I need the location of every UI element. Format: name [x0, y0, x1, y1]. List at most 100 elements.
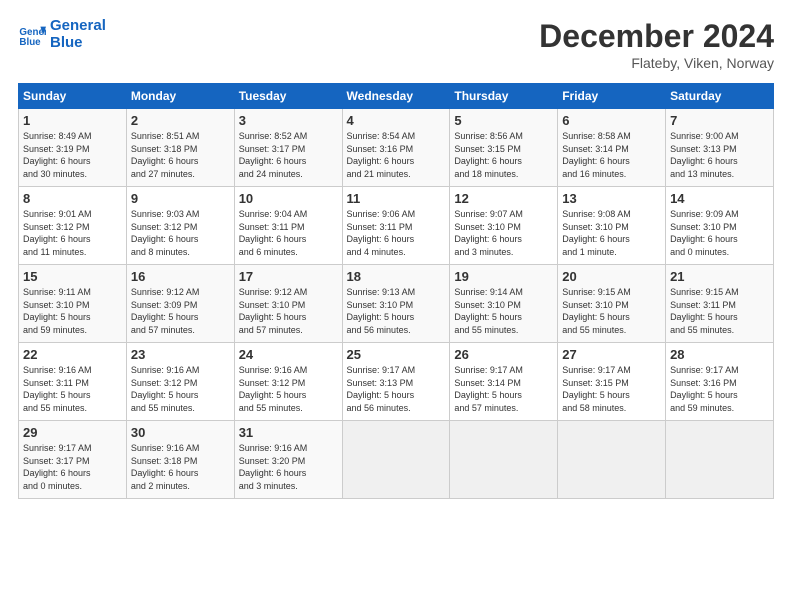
day-number: 17 [239, 269, 338, 284]
day-info: Sunrise: 8:54 AM Sunset: 3:16 PM Dayligh… [347, 130, 446, 180]
day-info: Sunrise: 9:17 AM Sunset: 3:16 PM Dayligh… [670, 364, 769, 414]
day-number: 20 [562, 269, 661, 284]
calendar-cell: 12Sunrise: 9:07 AM Sunset: 3:10 PM Dayli… [450, 187, 558, 265]
day-number: 22 [23, 347, 122, 362]
calendar-cell: 21 Sunrise: 9:15 AM Sunset: 3:11 PM Dayli… [666, 265, 774, 343]
day-info: Sunrise: 9:11 AM Sunset: 3:10 PM Dayligh… [23, 286, 122, 336]
calendar-cell: 15 Sunrise: 9:11 AM Sunset: 3:10 PM Dayli… [19, 265, 127, 343]
logo-general: General [50, 17, 106, 34]
calendar-cell: 6 Sunrise: 8:58 AM Sunset: 3:14 PM Daylig… [558, 109, 666, 187]
calendar-cell: 17 Sunrise: 9:12 AM Sunset: 3:10 PM Dayli… [234, 265, 342, 343]
calendar-cell: 29 Sunrise: 9:17 AM Sunset: 3:17 PM Dayli… [19, 421, 127, 499]
calendar-cell: 28 Sunrise: 9:17 AM Sunset: 3:16 PM Dayli… [666, 343, 774, 421]
day-info: Sunrise: 9:17 AM Sunset: 3:17 PM Dayligh… [23, 442, 122, 492]
calendar-cell: 9Sunrise: 9:03 AM Sunset: 3:12 PM Daylig… [126, 187, 234, 265]
calendar-cell: 18 Sunrise: 9:13 AM Sunset: 3:10 PM Dayli… [342, 265, 450, 343]
day-info: Sunrise: 9:04 AM Sunset: 3:11 PM Dayligh… [239, 208, 338, 258]
day-number: 15 [23, 269, 122, 284]
calendar-week-row: 22Sunrise: 9:16 AM Sunset: 3:11 PM Dayli… [19, 343, 774, 421]
day-number: 4 [347, 113, 446, 128]
column-header-saturday: Saturday [666, 84, 774, 109]
day-number: 10 [239, 191, 338, 206]
column-header-wednesday: Wednesday [342, 84, 450, 109]
calendar-cell: 20 Sunrise: 9:15 AM Sunset: 3:10 PM Dayli… [558, 265, 666, 343]
day-info: Sunrise: 9:07 AM Sunset: 3:10 PM Dayligh… [454, 208, 553, 258]
day-number: 31 [239, 425, 338, 440]
calendar-cell: 26 Sunrise: 9:17 AM Sunset: 3:14 PM Dayli… [450, 343, 558, 421]
calendar-cell: 14Sunrise: 9:09 AM Sunset: 3:10 PM Dayli… [666, 187, 774, 265]
day-number: 27 [562, 347, 661, 362]
calendar-cell: 25 Sunrise: 9:17 AM Sunset: 3:13 PM Dayli… [342, 343, 450, 421]
day-info: Sunrise: 9:12 AM Sunset: 3:10 PM Dayligh… [239, 286, 338, 336]
location-text: Flateby, Viken, Norway [539, 55, 774, 71]
day-info: Sunrise: 9:17 AM Sunset: 3:14 PM Dayligh… [454, 364, 553, 414]
column-header-friday: Friday [558, 84, 666, 109]
day-number: 24 [239, 347, 338, 362]
day-info: Sunrise: 9:13 AM Sunset: 3:10 PM Dayligh… [347, 286, 446, 336]
day-number: 11 [347, 191, 446, 206]
day-number: 30 [131, 425, 230, 440]
day-number: 8 [23, 191, 122, 206]
calendar-week-row: 8 Sunrise: 9:01 AM Sunset: 3:12 PM Daylig… [19, 187, 774, 265]
calendar-cell [450, 421, 558, 499]
calendar-cell: 3 Sunrise: 8:52 AM Sunset: 3:17 PM Daylig… [234, 109, 342, 187]
calendar-cell: 7 Sunrise: 9:00 AM Sunset: 3:13 PM Daylig… [666, 109, 774, 187]
day-number: 5 [454, 113, 553, 128]
day-number: 21 [670, 269, 769, 284]
calendar-week-row: 1 Sunrise: 8:49 AM Sunset: 3:19 PM Daylig… [19, 109, 774, 187]
svg-text:Blue: Blue [19, 36, 41, 47]
logo-text: General Blue [50, 18, 106, 51]
day-number: 29 [23, 425, 122, 440]
day-number: 16 [131, 269, 230, 284]
logo: General Blue General Blue [18, 18, 106, 51]
calendar-cell: 2Sunrise: 8:51 AM Sunset: 3:18 PM Daylig… [126, 109, 234, 187]
day-number: 2 [131, 113, 230, 128]
calendar-cell: 19Sunrise: 9:14 AM Sunset: 3:10 PM Dayli… [450, 265, 558, 343]
logo-blue: Blue [50, 35, 106, 52]
day-number: 1 [23, 113, 122, 128]
day-number: 13 [562, 191, 661, 206]
calendar-header-row: SundayMondayTuesdayWednesdayThursdayFrid… [19, 84, 774, 109]
day-info: Sunrise: 9:16 AM Sunset: 3:12 PM Dayligh… [131, 364, 230, 414]
day-number: 19 [454, 269, 553, 284]
day-info: Sunrise: 9:17 AM Sunset: 3:15 PM Dayligh… [562, 364, 661, 414]
logo-icon: General Blue [18, 21, 46, 49]
day-info: Sunrise: 9:15 AM Sunset: 3:11 PM Dayligh… [670, 286, 769, 336]
column-header-thursday: Thursday [450, 84, 558, 109]
calendar-cell: 11 Sunrise: 9:06 AM Sunset: 3:11 PM Dayli… [342, 187, 450, 265]
column-header-monday: Monday [126, 84, 234, 109]
calendar-cell [666, 421, 774, 499]
calendar-table: SundayMondayTuesdayWednesdayThursdayFrid… [18, 83, 774, 499]
day-number: 25 [347, 347, 446, 362]
day-info: Sunrise: 8:52 AM Sunset: 3:17 PM Dayligh… [239, 130, 338, 180]
day-number: 9 [131, 191, 230, 206]
day-info: Sunrise: 9:15 AM Sunset: 3:10 PM Dayligh… [562, 286, 661, 336]
day-info: Sunrise: 8:49 AM Sunset: 3:19 PM Dayligh… [23, 130, 122, 180]
calendar-cell: 10 Sunrise: 9:04 AM Sunset: 3:11 PM Dayli… [234, 187, 342, 265]
calendar-cell: 5 Sunrise: 8:56 AM Sunset: 3:15 PM Daylig… [450, 109, 558, 187]
day-info: Sunrise: 9:06 AM Sunset: 3:11 PM Dayligh… [347, 208, 446, 258]
calendar-week-row: 29 Sunrise: 9:17 AM Sunset: 3:17 PM Dayli… [19, 421, 774, 499]
day-number: 3 [239, 113, 338, 128]
day-number: 26 [454, 347, 553, 362]
day-info: Sunrise: 9:01 AM Sunset: 3:12 PM Dayligh… [23, 208, 122, 258]
day-info: Sunrise: 8:56 AM Sunset: 3:15 PM Dayligh… [454, 130, 553, 180]
column-header-tuesday: Tuesday [234, 84, 342, 109]
day-info: Sunrise: 9:12 AM Sunset: 3:09 PM Dayligh… [131, 286, 230, 336]
day-number: 28 [670, 347, 769, 362]
calendar-cell: 24Sunrise: 9:16 AM Sunset: 3:12 PM Dayli… [234, 343, 342, 421]
calendar-cell: 27 Sunrise: 9:17 AM Sunset: 3:15 PM Dayli… [558, 343, 666, 421]
calendar-cell: 8 Sunrise: 9:01 AM Sunset: 3:12 PM Daylig… [19, 187, 127, 265]
day-number: 23 [131, 347, 230, 362]
calendar-cell: 22Sunrise: 9:16 AM Sunset: 3:11 PM Dayli… [19, 343, 127, 421]
day-info: Sunrise: 9:00 AM Sunset: 3:13 PM Dayligh… [670, 130, 769, 180]
day-number: 7 [670, 113, 769, 128]
day-number: 18 [347, 269, 446, 284]
day-info: Sunrise: 9:16 AM Sunset: 3:20 PM Dayligh… [239, 442, 338, 492]
calendar-cell: 23 Sunrise: 9:16 AM Sunset: 3:12 PM Dayli… [126, 343, 234, 421]
day-number: 6 [562, 113, 661, 128]
day-info: Sunrise: 8:58 AM Sunset: 3:14 PM Dayligh… [562, 130, 661, 180]
calendar-cell [558, 421, 666, 499]
calendar-week-row: 15 Sunrise: 9:11 AM Sunset: 3:10 PM Dayli… [19, 265, 774, 343]
day-info: Sunrise: 9:17 AM Sunset: 3:13 PM Dayligh… [347, 364, 446, 414]
